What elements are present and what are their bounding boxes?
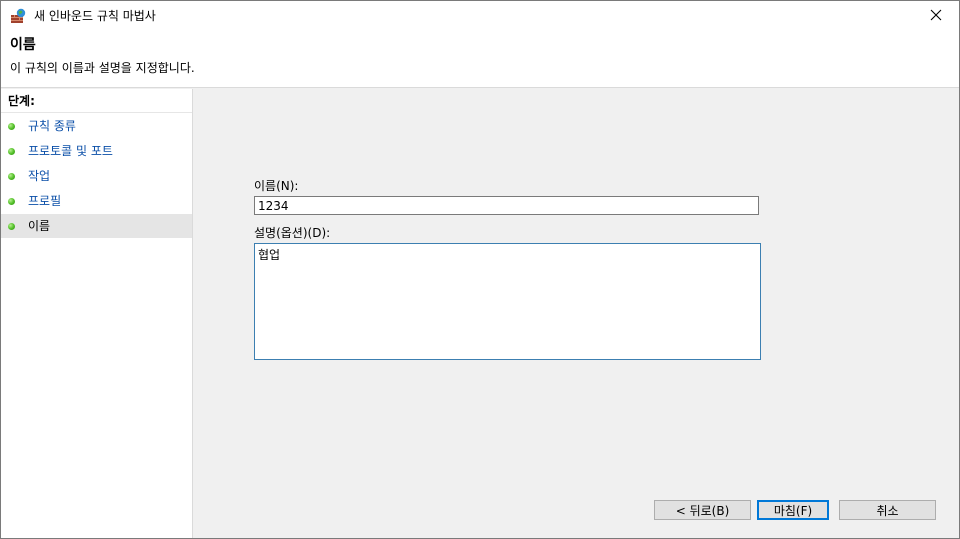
page-description: 이 규칙의 이름과 설명을 지정합니다.: [10, 61, 195, 75]
green-dot-icon: [8, 222, 15, 230]
firewall-icon: [10, 8, 26, 24]
steps-heading: 단계:: [8, 94, 35, 108]
finish-button[interactable]: 마침(F): [757, 500, 829, 520]
step-label: 프로필: [28, 194, 62, 208]
step-label: 프로토콜 및 포트: [28, 144, 113, 158]
content-area: 이름(N): 설명(옵션)(D): 협업 < 뒤로(B) 마침(F) 취소: [197, 89, 959, 538]
close-icon: [930, 9, 942, 24]
step-protocol-ports[interactable]: 프로토콜 및 포트: [1, 139, 192, 163]
step-label: 규칙 종류: [28, 119, 76, 133]
step-action[interactable]: 작업: [1, 164, 192, 188]
green-dot-icon: [8, 147, 15, 155]
title-bar: 새 인바운드 규칙 마법사: [1, 1, 959, 31]
wizard-window: 새 인바운드 규칙 마법사 이름 이 규칙의 이름과 설명을 지정합니다. 단계…: [0, 0, 960, 539]
step-label: 작업: [28, 169, 51, 183]
cancel-button[interactable]: 취소: [839, 500, 936, 520]
step-label: 이름: [28, 219, 51, 233]
page-title: 이름: [10, 37, 36, 53]
divider: [1, 112, 192, 113]
window-title: 새 인바운드 규칙 마법사: [34, 9, 156, 23]
step-profile[interactable]: 프로필: [1, 189, 192, 213]
step-rule-type[interactable]: 규칙 종류: [1, 114, 192, 138]
green-dot-icon: [8, 172, 15, 180]
step-name-current: 이름: [1, 214, 192, 238]
wizard-header: 이름 이 규칙의 이름과 설명을 지정합니다.: [1, 31, 959, 88]
close-button[interactable]: [913, 1, 959, 31]
green-dot-icon: [8, 122, 15, 130]
steps-panel: 단계: 규칙 종류 프로토콜 및 포트 작업 프로필 이름: [1, 89, 193, 538]
description-textarea[interactable]: 협업: [254, 243, 761, 360]
name-label: 이름(N):: [254, 179, 299, 193]
green-dot-icon: [8, 197, 15, 205]
back-button[interactable]: < 뒤로(B): [654, 500, 751, 520]
name-input[interactable]: [254, 196, 759, 215]
description-label: 설명(옵션)(D):: [254, 226, 331, 240]
